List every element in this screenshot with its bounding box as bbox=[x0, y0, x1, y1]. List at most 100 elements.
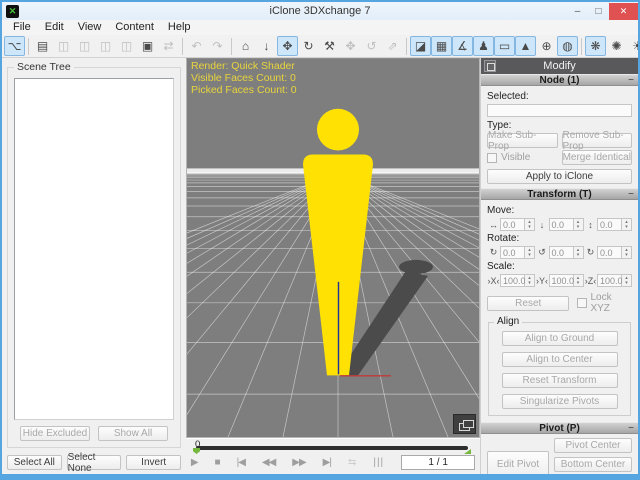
export-format-2-icon: ◫ bbox=[74, 36, 95, 56]
scale-y-spinner[interactable]: ›Y‹100.0▴▾ bbox=[536, 274, 584, 287]
scale-x-icon: ›X‹ bbox=[487, 276, 500, 286]
merge-identical-button[interactable]: Merge Identical bbox=[562, 150, 633, 165]
frame-bars-icon[interactable]: ||| bbox=[373, 458, 384, 468]
rotate-z-spinner[interactable]: ↻0.0▴▾ bbox=[584, 246, 632, 259]
lock-xyz-checkbox[interactable] bbox=[577, 298, 587, 308]
viewport-3d[interactable]: Render: Quick Shader Visible Faces Count… bbox=[186, 58, 480, 438]
pivot-section: Edit Pivot Pivot Center Bottom Center Sc… bbox=[481, 434, 638, 474]
apply-to-iclone-icon[interactable]: ▣ bbox=[137, 36, 158, 56]
minimize-button[interactable]: – bbox=[567, 3, 588, 20]
show-all-button[interactable]: Show All bbox=[98, 426, 168, 441]
visible-checkbox[interactable] bbox=[487, 153, 497, 163]
collapse-icon[interactable]: − bbox=[628, 189, 634, 200]
edit-pivot-button[interactable]: Edit Pivot bbox=[487, 451, 549, 475]
timeline[interactable]: 0 bbox=[186, 438, 480, 453]
go-to-end-button[interactable]: ▶| bbox=[323, 458, 331, 468]
spinner-arrows[interactable]: ▴▾ bbox=[622, 274, 632, 287]
move-camera-icon[interactable]: ✥ bbox=[277, 36, 298, 56]
menu-help[interactable]: Help bbox=[161, 20, 198, 35]
export-format-1-icon: ◫ bbox=[53, 36, 74, 56]
stop-button[interactable]: ■ bbox=[215, 458, 220, 468]
select-none-button[interactable]: Select None bbox=[67, 455, 122, 470]
play-button[interactable]: ▶ bbox=[191, 458, 198, 468]
invert-button[interactable]: Invert bbox=[126, 455, 181, 470]
scene-tree-groupbox: Scene Tree Hide Excluded Show All bbox=[7, 67, 181, 448]
render-info-overlay: Render: Quick Shader Visible Faces Count… bbox=[191, 60, 297, 96]
open-file-icon[interactable]: ▤ bbox=[32, 36, 53, 56]
wireframe-toggle-icon[interactable]: ⊕ bbox=[536, 36, 557, 56]
spinner-arrows[interactable]: ▴▾ bbox=[525, 218, 535, 231]
home-view-icon[interactable]: ⌂ bbox=[235, 36, 256, 56]
scene-tree-list[interactable] bbox=[14, 78, 174, 420]
loop-button[interactable]: ⇆ bbox=[348, 458, 356, 468]
select-all-button[interactable]: Select All bbox=[7, 455, 62, 470]
singularize-pivots-button[interactable]: Singularize Pivots bbox=[502, 394, 618, 409]
rotate-y-spinner[interactable]: ↺0.0▴▾ bbox=[536, 246, 584, 259]
reset-transform-button[interactable]: Reset Transform bbox=[502, 373, 618, 388]
collapse-icon[interactable]: − bbox=[628, 75, 634, 86]
align-to-ground-button[interactable]: Align to Ground bbox=[502, 331, 618, 346]
move-x-spinner[interactable]: ↔0.0▴▾ bbox=[487, 218, 535, 231]
reset-button[interactable]: Reset bbox=[487, 296, 569, 311]
viewport-scene bbox=[187, 59, 479, 437]
spinner-arrows[interactable]: ▴▾ bbox=[574, 274, 584, 287]
scale-x-spinner[interactable]: ›X‹100.0▴▾ bbox=[487, 274, 535, 287]
pivot-center-button[interactable]: Pivot Center bbox=[554, 438, 632, 453]
section-header-transform[interactable]: Transform (T) − bbox=[481, 188, 638, 200]
figure-toggle-icon[interactable]: ♟ bbox=[473, 36, 494, 56]
maximize-button[interactable]: □ bbox=[588, 3, 609, 20]
scene-tree-panel: Scene Tree Hide Excluded Show All Select… bbox=[2, 58, 186, 474]
sun-light-toggle-icon[interactable]: ☀ bbox=[627, 36, 640, 56]
make-sub-prop-button[interactable]: Make Sub-Prop bbox=[487, 133, 558, 148]
timeline-track[interactable] bbox=[196, 446, 468, 450]
menu-file[interactable]: File bbox=[6, 20, 38, 35]
selected-field[interactable] bbox=[487, 104, 632, 117]
next-frame-button[interactable]: ▶▶ bbox=[292, 458, 305, 468]
frame-display[interactable]: 1 / 1 bbox=[401, 455, 475, 470]
spinner-arrows[interactable]: ▴▾ bbox=[574, 218, 584, 231]
go-to-start-button[interactable]: |◀ bbox=[237, 458, 245, 468]
section-header-node[interactable]: Node (1) − bbox=[481, 74, 638, 86]
shader-toggle-icon[interactable]: ◍ bbox=[557, 36, 578, 56]
menu-edit[interactable]: Edit bbox=[38, 20, 71, 35]
bottom-center-button[interactable]: Bottom Center bbox=[554, 457, 632, 472]
collapse-icon[interactable]: − bbox=[628, 423, 634, 434]
spinner-arrows[interactable]: ▴▾ bbox=[574, 246, 584, 259]
node-section: Selected: Type: Make Sub-Prop Remove Sub… bbox=[481, 86, 638, 188]
scale-z-spinner[interactable]: ›Z‹100.0▴▾ bbox=[584, 274, 632, 287]
toolbar: ⌥ ▤ ◫ ◫ ◫ ◫ ▣ ⇄ ↶ ↷ ⌂ ↓ ✥ ↻ ⚒ ✥ ↺ ⇗ ◪ ▦ … bbox=[2, 35, 638, 58]
light-2-toggle-icon[interactable]: ✺ bbox=[606, 36, 627, 56]
light-1-toggle-icon[interactable]: ❋ bbox=[585, 36, 606, 56]
toolbar-separator bbox=[182, 38, 183, 55]
rotate-x-spinner[interactable]: ↻0.0▴▾ bbox=[487, 246, 535, 259]
rotate-camera-icon[interactable]: ↻ bbox=[298, 36, 319, 56]
menu-view[interactable]: View bbox=[71, 20, 109, 35]
export-format-4-icon: ◫ bbox=[116, 36, 137, 56]
shadow-toggle-icon[interactable]: ▲ bbox=[515, 36, 536, 56]
spinner-arrows[interactable]: ▴▾ bbox=[525, 274, 535, 287]
apply-to-iclone-button[interactable]: Apply to iClone bbox=[487, 169, 632, 184]
menu-content[interactable]: Content bbox=[108, 20, 161, 35]
window-title: iClone 3DXchange 7 bbox=[2, 5, 638, 17]
axis-toggle-icon[interactable]: ∡ bbox=[452, 36, 473, 56]
spinner-arrows[interactable]: ▴▾ bbox=[622, 218, 632, 231]
close-button[interactable]: ✕ bbox=[609, 3, 638, 20]
hide-excluded-button[interactable]: Hide Excluded bbox=[20, 426, 90, 441]
section-header-pivot[interactable]: Pivot (P) − bbox=[481, 422, 638, 434]
background-toggle-icon[interactable]: ◪ bbox=[410, 36, 431, 56]
drop-to-floor-icon[interactable]: ↓ bbox=[256, 36, 277, 56]
spinner-arrows[interactable]: ▴▾ bbox=[622, 246, 632, 259]
previous-frame-button[interactable]: ◀◀ bbox=[262, 458, 275, 468]
scene-tree-toggle-icon[interactable]: ⌥ bbox=[4, 36, 25, 56]
scene-tree-title: Scene Tree bbox=[14, 61, 74, 73]
move-y-spinner[interactable]: ↓0.0▴▾ bbox=[536, 218, 584, 231]
maximize-viewport-button[interactable] bbox=[453, 414, 476, 434]
grid-toggle-icon[interactable]: ▦ bbox=[431, 36, 452, 56]
pick-tool-icon[interactable]: ⚒ bbox=[319, 36, 340, 56]
align-to-center-button[interactable]: Align to Center bbox=[502, 352, 618, 367]
dock-icon[interactable] bbox=[484, 60, 496, 72]
remove-sub-prop-button[interactable]: Remove Sub-Prop bbox=[562, 133, 633, 148]
ground-plane-toggle-icon[interactable]: ▭ bbox=[494, 36, 515, 56]
spinner-arrows[interactable]: ▴▾ bbox=[525, 246, 535, 259]
move-z-spinner[interactable]: ↕0.0▴▾ bbox=[584, 218, 632, 231]
